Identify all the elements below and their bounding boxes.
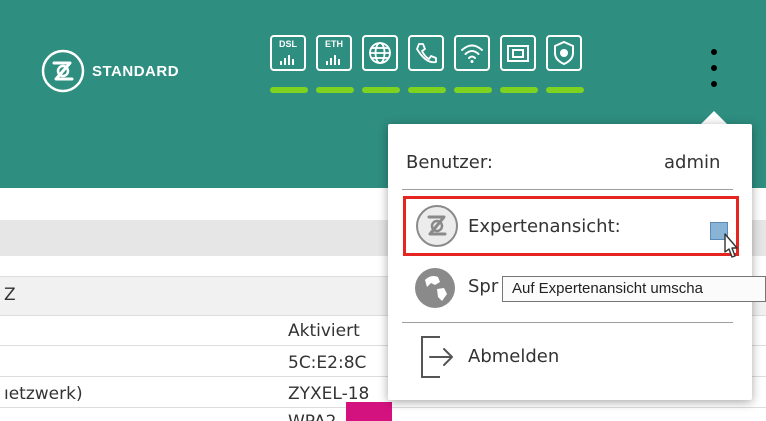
mouse-cursor-icon [724,233,738,258]
lan-status-bar [500,87,538,93]
table-cell: Aktiviert [288,321,360,341]
dropdown-caret [700,111,728,125]
dsl-status-bar [270,87,308,93]
more-options-icon[interactable] [711,49,719,87]
logout-icon [421,336,453,378]
user-value: admin [664,152,721,173]
expert-view-tooltip: Auf Expertenansicht umscha [502,276,766,302]
zyxel-logo-icon [41,49,85,93]
dsl-status-icon[interactable]: DSL [270,35,306,71]
section-label: Z [4,285,16,305]
security-shield-icon[interactable] [546,35,582,71]
table-cell: 5C:E2:8C [288,353,367,373]
mode-label: STANDARD [92,62,180,80]
security-status-bar [546,87,584,93]
menu-divider [402,322,733,323]
user-label: Benutzer: [406,152,493,173]
internet-globe-icon[interactable] [362,35,398,71]
lan-icon[interactable] [500,35,536,71]
table-cell: ZYXEL-18 [288,384,370,404]
expert-view-label: Expertenansicht: [468,216,621,237]
menu-divider [402,189,733,190]
phone-status-bar [408,87,446,93]
expert-view-icon [416,205,458,247]
eth-status-bar [316,87,354,93]
language-menu-item[interactable]: Spr [468,276,498,297]
logout-menu-item[interactable]: Abmelden [468,346,559,367]
wifi-status-bar [454,87,492,93]
wifi-icon[interactable] [454,35,490,71]
phone-icon[interactable] [408,35,444,71]
mode-indicator: STANDARD [40,48,179,94]
table-cell: ıetzwerk) [4,384,83,404]
eth-status-icon[interactable]: ETH [316,35,352,71]
table-cell: WPA2 [288,412,346,421]
internet-status-bar [362,87,400,93]
pink-marker [346,402,392,421]
language-globe-icon [415,268,455,308]
